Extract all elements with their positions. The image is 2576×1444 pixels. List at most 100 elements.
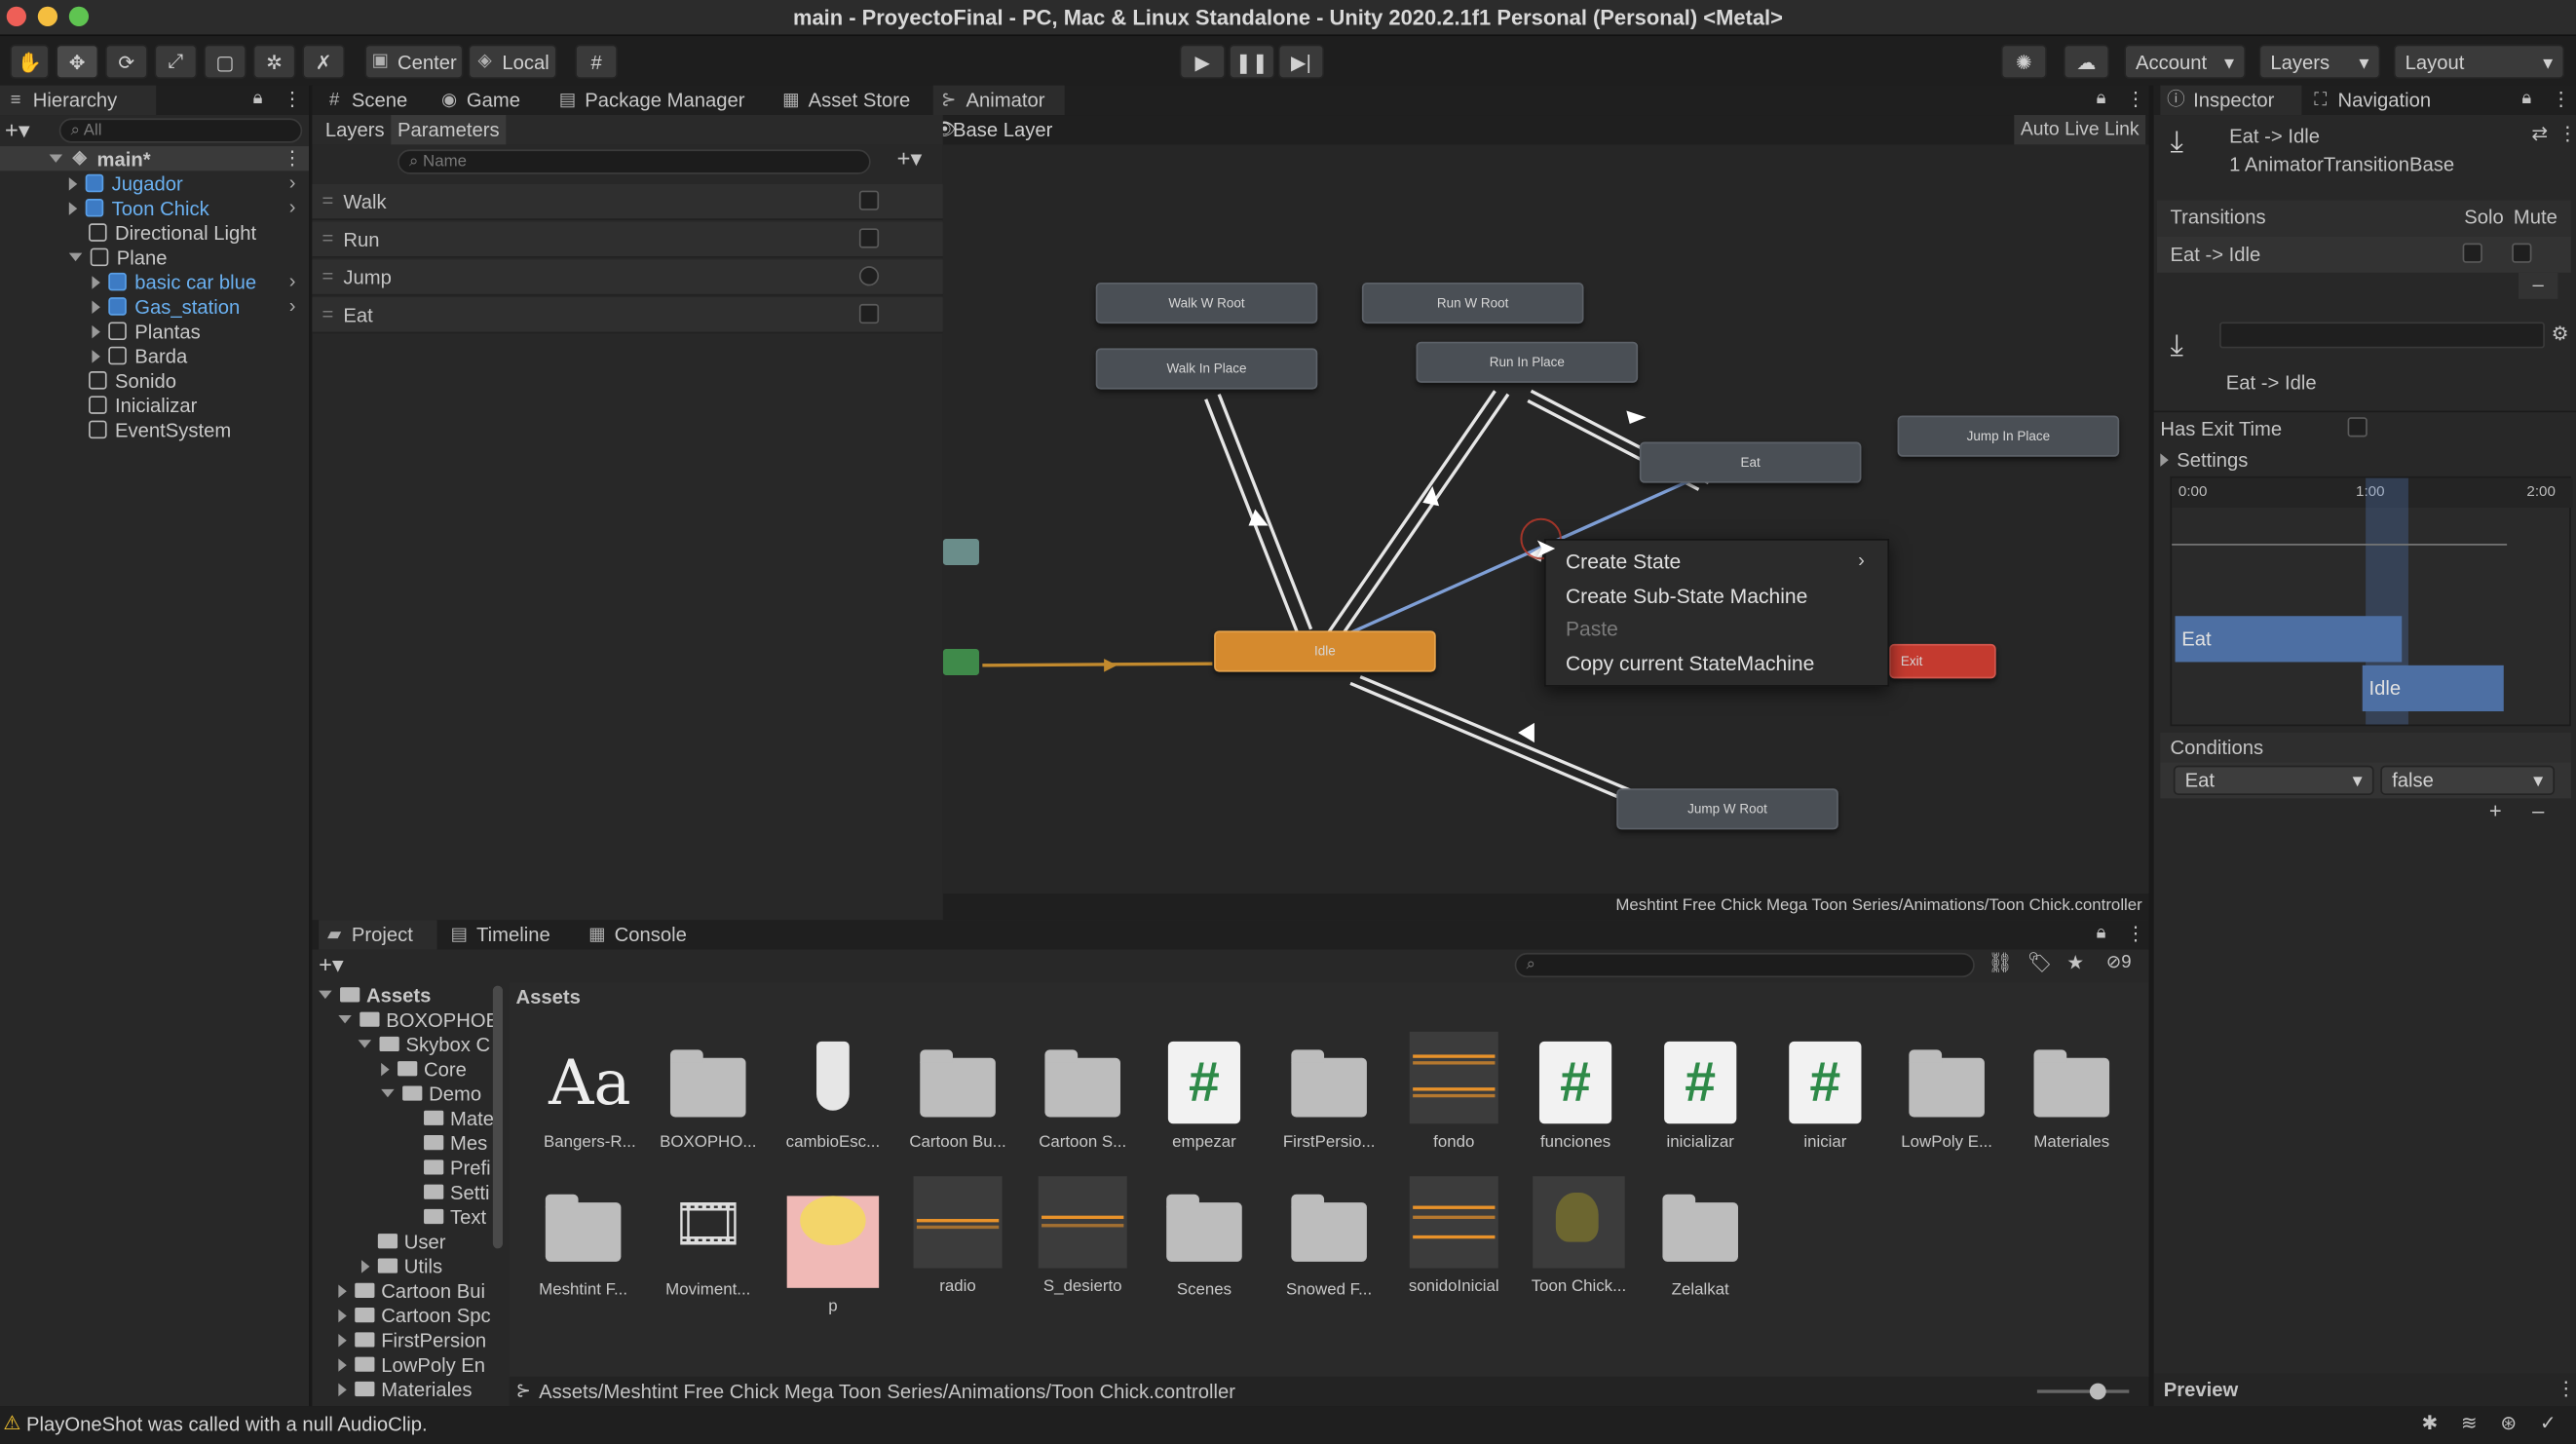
tree-item[interactable]: Utils — [360, 1253, 442, 1277]
state-walk-in-place[interactable]: Walk In Place — [1095, 348, 1318, 390]
asset-item[interactable]: Aa Bangers-R... — [532, 1042, 647, 1152]
parameter-row[interactable]: = Jump — [312, 259, 943, 296]
asset-item[interactable]: # iniciar — [1767, 1041, 1882, 1152]
asset-item[interactable]: Cartoon Bu... — [900, 1042, 1015, 1152]
tab-timeline[interactable]: ▤ Timeline — [443, 920, 550, 949]
solo-checkbox[interactable] — [2462, 243, 2482, 263]
tab-console[interactable]: ▦ Console — [582, 920, 687, 949]
network-icon[interactable]: ⊛ — [2500, 1411, 2517, 1434]
tree-item[interactable]: Setti — [424, 1180, 490, 1204]
asset-item[interactable]: Snowed F... — [1271, 1180, 1386, 1300]
account-dropdown[interactable]: Account ▾ — [2124, 44, 2247, 79]
hierarchy-item-sonido[interactable]: Sonido — [89, 368, 176, 393]
track-eat[interactable]: Eat — [2175, 616, 2403, 663]
add-object-button[interactable]: +▾ — [5, 117, 30, 145]
asset-item[interactable]: Scenes — [1147, 1180, 1262, 1300]
chevron-right-icon[interactable]: › — [289, 171, 296, 194]
lock-icon[interactable]: 🔒︎ — [2097, 89, 2106, 110]
transition-timeline[interactable]: 0:00 1:00 2:00 Eat Idle — [2170, 475, 2573, 727]
tree-item[interactable]: Demo — [381, 1081, 481, 1105]
asset-item[interactable]: fondo — [1396, 1031, 1511, 1152]
custom-tool-button[interactable]: ✗ — [302, 44, 346, 79]
lock-icon[interactable]: 🔒︎ — [2097, 924, 2106, 945]
hand-tool-button[interactable]: ✋ — [10, 44, 50, 79]
preview-bar[interactable]: Preview ⋮ — [2153, 1373, 2576, 1407]
settings-icon[interactable]: ⇄ — [2531, 122, 2548, 145]
asset-item[interactable]: BOXOPHO... — [651, 1042, 766, 1152]
drag-handle-icon[interactable]: = — [322, 227, 333, 250]
add-parameter-button[interactable]: +▾ — [897, 144, 923, 172]
tab-parameters[interactable]: Parameters — [391, 115, 507, 145]
more-menu-icon[interactable]: ⋮ — [2557, 122, 2576, 145]
asset-item[interactable]: LowPoly E... — [1889, 1042, 2004, 1152]
asset-item[interactable]: S_desierto — [1025, 1176, 1140, 1296]
menu-item-create-sub-state-machine[interactable]: Create Sub-State Machine — [1566, 585, 1807, 608]
track-idle[interactable]: Idle — [2362, 665, 2504, 712]
tree-item[interactable]: Cartoon Bui — [338, 1278, 485, 1303]
asset-item[interactable]: Cartoon S... — [1025, 1042, 1140, 1152]
asset-item[interactable]: Meshtint F... — [526, 1180, 641, 1300]
pivot-local-button[interactable]: ◈ Local — [468, 44, 557, 79]
tab-hierarchy[interactable]: ≡ Hierarchy — [0, 85, 157, 116]
asset-item[interactable]: FirstPersio... — [1271, 1042, 1386, 1152]
state-graph[interactable]: 👁︎ Base Layer Auto Live Link — [942, 115, 2149, 921]
hierarchy-item-eventsystem[interactable]: EventSystem — [89, 417, 231, 441]
rect-tool-button[interactable]: ▢ — [204, 44, 246, 79]
more-menu-icon[interactable]: ⋮ — [2126, 922, 2145, 945]
mute-checkbox[interactable] — [2512, 243, 2532, 263]
tab-navigation[interactable]: ⛶ Navigation — [2305, 86, 2431, 115]
gear-icon[interactable]: ⚙ — [2552, 322, 2569, 345]
play-button[interactable]: ▶ — [1179, 44, 1226, 79]
tree-item[interactable]: FirstPersion — [338, 1327, 486, 1351]
condition-value-dropdown[interactable]: false ▾ — [2380, 765, 2556, 796]
chevron-right-icon[interactable]: › — [289, 270, 296, 293]
remove-condition-button[interactable]: – — [2519, 798, 2557, 824]
asset-item[interactable]: sonidoInicial — [1396, 1176, 1511, 1296]
has-exit-time-checkbox[interactable] — [2347, 417, 2368, 437]
menu-item-copy-state-machine[interactable]: Copy current StateMachine — [1566, 652, 1814, 675]
settings-foldout[interactable]: Settings — [2160, 448, 2248, 472]
tab-game[interactable]: ◉ Game — [434, 86, 520, 115]
tree-item[interactable]: Assets — [319, 982, 431, 1007]
asset-item[interactable]: # inicializar — [1643, 1041, 1758, 1152]
tab-layers[interactable]: Layers — [319, 115, 385, 144]
hidden-packages-icon[interactable]: ⊘9 — [2106, 951, 2132, 972]
menu-item-create-state[interactable]: Create State — [1566, 551, 1681, 574]
chevron-right-icon[interactable]: › — [289, 294, 296, 318]
tab-inspector[interactable]: ⓘ Inspector — [2160, 85, 2302, 116]
asset-item[interactable]: # funciones — [1518, 1041, 1633, 1152]
hierarchy-item-toon-chick[interactable]: Toon Chick — [68, 196, 209, 220]
chevron-right-icon[interactable]: › — [289, 196, 296, 219]
tree-item[interactable]: User — [377, 1229, 446, 1253]
layers-dropdown[interactable]: Layers ▾ — [2258, 44, 2381, 79]
asset-item[interactable]: radio — [900, 1176, 1015, 1296]
tree-item[interactable]: Mes — [424, 1130, 487, 1155]
hierarchy-item-basic-car-blue[interactable]: basic car blue — [92, 270, 256, 294]
asset-item[interactable]: p — [776, 1176, 890, 1315]
icon-size-slider[interactable] — [2036, 1383, 2130, 1400]
hierarchy-item-plane[interactable]: Plane — [68, 245, 167, 269]
transform-tool-button[interactable]: ✲ — [252, 44, 296, 79]
parameter-row[interactable]: = Run — [312, 221, 943, 258]
state-eat[interactable]: Eat — [1639, 441, 1862, 483]
favorite-star-icon[interactable]: ★ — [2066, 951, 2084, 974]
asset-item[interactable]: Toon Chick... — [1521, 1176, 1636, 1296]
tree-item[interactable]: Cartoon Spc — [338, 1303, 491, 1327]
tab-scene[interactable]: # Scene — [319, 86, 407, 115]
bool-checkbox[interactable] — [858, 303, 880, 324]
step-button[interactable]: ▶| — [1277, 44, 1325, 79]
trigger-radio[interactable] — [858, 266, 880, 286]
asset-item[interactable]: cambioEsc... — [776, 1041, 890, 1152]
filter-label-icon[interactable]: 🏷︎ — [2027, 951, 2053, 974]
hierarchy-item-inicializar[interactable]: Inicializar — [89, 393, 197, 417]
tab-project[interactable]: ▰ Project — [319, 920, 437, 950]
state-jump-w-root[interactable]: Jump W Root — [1616, 788, 1838, 830]
asset-item[interactable]: Zelalkat — [1643, 1180, 1758, 1300]
transition-name-field[interactable] — [2219, 322, 2545, 349]
any-state-node[interactable] — [942, 539, 979, 565]
create-asset-button[interactable]: +▾ — [319, 951, 344, 979]
scene-menu-icon[interactable]: ⋮ — [283, 146, 302, 170]
parameter-row[interactable]: = Walk — [312, 183, 943, 220]
move-tool-button[interactable]: ✥ — [56, 44, 99, 79]
asset-item[interactable]: # empezar — [1147, 1041, 1262, 1152]
